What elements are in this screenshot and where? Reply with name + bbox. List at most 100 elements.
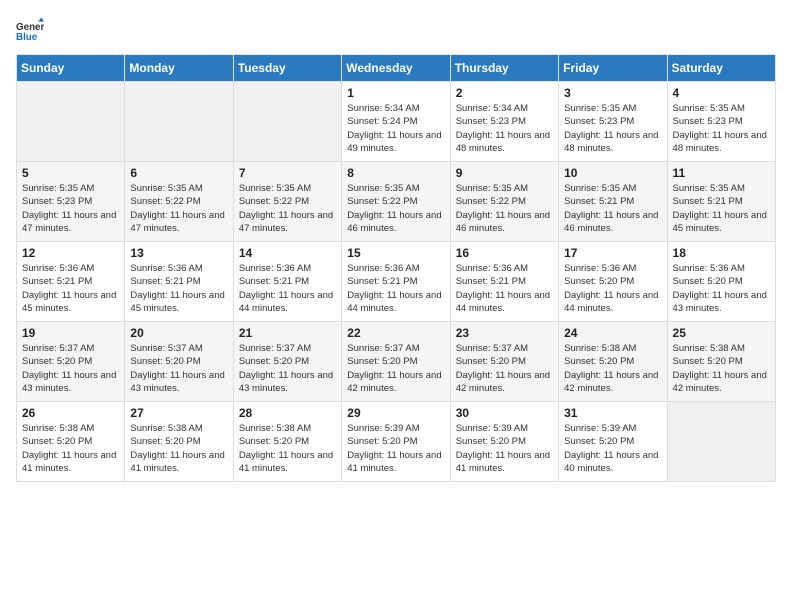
day-number: 19 <box>22 326 119 340</box>
col-header-monday: Monday <box>125 55 233 82</box>
calendar-cell: 9 Sunrise: 5:35 AMSunset: 5:22 PMDaylight… <box>450 162 558 242</box>
calendar-cell: 24 Sunrise: 5:38 AMSunset: 5:20 PMDayligh… <box>559 322 667 402</box>
day-number: 28 <box>239 406 336 420</box>
day-info: Sunrise: 5:36 AMSunset: 5:21 PMDaylight:… <box>347 262 444 315</box>
day-number: 9 <box>456 166 553 180</box>
day-info: Sunrise: 5:38 AMSunset: 5:20 PMDaylight:… <box>239 422 336 475</box>
calendar-week-row: 26 Sunrise: 5:38 AMSunset: 5:20 PMDayligh… <box>17 402 776 482</box>
day-info: Sunrise: 5:36 AMSunset: 5:20 PMDaylight:… <box>564 262 661 315</box>
day-number: 17 <box>564 246 661 260</box>
day-number: 10 <box>564 166 661 180</box>
calendar-cell: 29 Sunrise: 5:39 AMSunset: 5:20 PMDayligh… <box>342 402 450 482</box>
calendar-cell: 11Sunrise: 5:35 AMSunset: 5:21 PMDayligh… <box>667 162 775 242</box>
calendar-cell: 7 Sunrise: 5:35 AMSunset: 5:22 PMDaylight… <box>233 162 341 242</box>
day-info: Sunrise: 5:35 AMSunset: 5:22 PMDaylight:… <box>456 182 553 235</box>
day-info: Sunrise: 5:38 AMSunset: 5:20 PMDaylight:… <box>22 422 119 475</box>
day-number: 15 <box>347 246 444 260</box>
day-number: 25 <box>673 326 770 340</box>
calendar-cell: 30 Sunrise: 5:39 AMSunset: 5:20 PMDayligh… <box>450 402 558 482</box>
col-header-tuesday: Tuesday <box>233 55 341 82</box>
calendar-cell: 17 Sunrise: 5:36 AMSunset: 5:20 PMDayligh… <box>559 242 667 322</box>
calendar-cell <box>125 82 233 162</box>
day-info: Sunrise: 5:39 AMSunset: 5:20 PMDaylight:… <box>564 422 661 475</box>
calendar-cell: 13 Sunrise: 5:36 AMSunset: 5:21 PMDayligh… <box>125 242 233 322</box>
day-info: Sunrise: 5:39 AMSunset: 5:20 PMDaylight:… <box>347 422 444 475</box>
day-info: Sunrise: 5:35 AMSunset: 5:22 PMDaylight:… <box>130 182 227 235</box>
calendar-cell: 10 Sunrise: 5:35 AMSunset: 5:21 PMDayligh… <box>559 162 667 242</box>
day-number: 30 <box>456 406 553 420</box>
day-number: 18 <box>673 246 770 260</box>
calendar-cell: 23 Sunrise: 5:37 AMSunset: 5:20 PMDayligh… <box>450 322 558 402</box>
day-info: Sunrise: 5:35 AMSunset: 5:23 PMDaylight:… <box>564 102 661 155</box>
day-info: Sunrise: 5:35 AMSunset: 5:21 PMDaylight:… <box>673 182 770 235</box>
calendar-cell: 27Sunrise: 5:38 AMSunset: 5:20 PMDayligh… <box>125 402 233 482</box>
calendar-cell: 20Sunrise: 5:37 AMSunset: 5:20 PMDayligh… <box>125 322 233 402</box>
day-number: 31 <box>564 406 661 420</box>
day-info: Sunrise: 5:37 AMSunset: 5:20 PMDaylight:… <box>239 342 336 395</box>
day-number: 7 <box>239 166 336 180</box>
day-number: 2 <box>456 86 553 100</box>
day-number: 21 <box>239 326 336 340</box>
day-info: Sunrise: 5:37 AMSunset: 5:20 PMDaylight:… <box>456 342 553 395</box>
day-info: Sunrise: 5:37 AMSunset: 5:20 PMDaylight:… <box>347 342 444 395</box>
logo-icon: General Blue <box>16 16 44 44</box>
calendar-week-row: 12 Sunrise: 5:36 AMSunset: 5:21 PMDayligh… <box>17 242 776 322</box>
calendar-cell: 2 Sunrise: 5:34 AMSunset: 5:23 PMDaylight… <box>450 82 558 162</box>
calendar-cell: 15 Sunrise: 5:36 AMSunset: 5:21 PMDayligh… <box>342 242 450 322</box>
calendar-cell: 6 Sunrise: 5:35 AMSunset: 5:22 PMDaylight… <box>125 162 233 242</box>
col-header-wednesday: Wednesday <box>342 55 450 82</box>
day-number: 22 <box>347 326 444 340</box>
day-info: Sunrise: 5:36 AMSunset: 5:21 PMDaylight:… <box>239 262 336 315</box>
calendar-week-row: 19 Sunrise: 5:37 AMSunset: 5:20 PMDayligh… <box>17 322 776 402</box>
calendar-cell: 14 Sunrise: 5:36 AMSunset: 5:21 PMDayligh… <box>233 242 341 322</box>
calendar-cell: 25Sunrise: 5:38 AMSunset: 5:20 PMDayligh… <box>667 322 775 402</box>
day-info: Sunrise: 5:34 AMSunset: 5:23 PMDaylight:… <box>456 102 553 155</box>
calendar-week-row: 5Sunrise: 5:35 AMSunset: 5:23 PMDaylight… <box>17 162 776 242</box>
page-header: General Blue <box>16 16 776 44</box>
col-header-thursday: Thursday <box>450 55 558 82</box>
day-info: Sunrise: 5:36 AMSunset: 5:21 PMDaylight:… <box>456 262 553 315</box>
calendar-cell <box>233 82 341 162</box>
col-header-friday: Friday <box>559 55 667 82</box>
day-info: Sunrise: 5:38 AMSunset: 5:20 PMDaylight:… <box>564 342 661 395</box>
day-info: Sunrise: 5:35 AMSunset: 5:22 PMDaylight:… <box>239 182 336 235</box>
day-info: Sunrise: 5:35 AMSunset: 5:23 PMDaylight:… <box>673 102 770 155</box>
calendar-cell: 22 Sunrise: 5:37 AMSunset: 5:20 PMDayligh… <box>342 322 450 402</box>
calendar-cell: 1 Sunrise: 5:34 AMSunset: 5:24 PMDaylight… <box>342 82 450 162</box>
day-number: 26 <box>22 406 119 420</box>
day-number: 24 <box>564 326 661 340</box>
calendar-cell: 12Sunrise: 5:36 AMSunset: 5:21 PMDayligh… <box>17 242 125 322</box>
day-number: 6 <box>130 166 227 180</box>
day-info: Sunrise: 5:35 AMSunset: 5:22 PMDaylight:… <box>347 182 444 235</box>
svg-text:Blue: Blue <box>16 32 38 43</box>
day-number: 27 <box>130 406 227 420</box>
day-info: Sunrise: 5:39 AMSunset: 5:20 PMDaylight:… <box>456 422 553 475</box>
calendar-cell: 3Sunrise: 5:35 AMSunset: 5:23 PMDaylight… <box>559 82 667 162</box>
calendar-cell: 28 Sunrise: 5:38 AMSunset: 5:20 PMDayligh… <box>233 402 341 482</box>
calendar-cell: 16Sunrise: 5:36 AMSunset: 5:21 PMDayligh… <box>450 242 558 322</box>
calendar-cell: 19 Sunrise: 5:37 AMSunset: 5:20 PMDayligh… <box>17 322 125 402</box>
day-number: 13 <box>130 246 227 260</box>
day-number: 29 <box>347 406 444 420</box>
day-info: Sunrise: 5:35 AMSunset: 5:21 PMDaylight:… <box>564 182 661 235</box>
day-number: 23 <box>456 326 553 340</box>
day-number: 14 <box>239 246 336 260</box>
col-header-sunday: Sunday <box>17 55 125 82</box>
day-number: 5 <box>22 166 119 180</box>
day-info: Sunrise: 5:34 AMSunset: 5:24 PMDaylight:… <box>347 102 444 155</box>
calendar-table: SundayMondayTuesdayWednesdayThursdayFrid… <box>16 54 776 482</box>
day-number: 12 <box>22 246 119 260</box>
day-info: Sunrise: 5:37 AMSunset: 5:20 PMDaylight:… <box>22 342 119 395</box>
day-number: 8 <box>347 166 444 180</box>
day-number: 20 <box>130 326 227 340</box>
day-info: Sunrise: 5:36 AMSunset: 5:20 PMDaylight:… <box>673 262 770 315</box>
day-number: 4 <box>673 86 770 100</box>
calendar-cell: 8 Sunrise: 5:35 AMSunset: 5:22 PMDaylight… <box>342 162 450 242</box>
logo: General Blue <box>16 16 48 44</box>
day-number: 1 <box>347 86 444 100</box>
calendar-cell: 21 Sunrise: 5:37 AMSunset: 5:20 PMDayligh… <box>233 322 341 402</box>
day-info: Sunrise: 5:36 AMSunset: 5:21 PMDaylight:… <box>130 262 227 315</box>
calendar-header-row: SundayMondayTuesdayWednesdayThursdayFrid… <box>17 55 776 82</box>
calendar-cell: 5Sunrise: 5:35 AMSunset: 5:23 PMDaylight… <box>17 162 125 242</box>
calendar-week-row: 1 Sunrise: 5:34 AMSunset: 5:24 PMDaylight… <box>17 82 776 162</box>
